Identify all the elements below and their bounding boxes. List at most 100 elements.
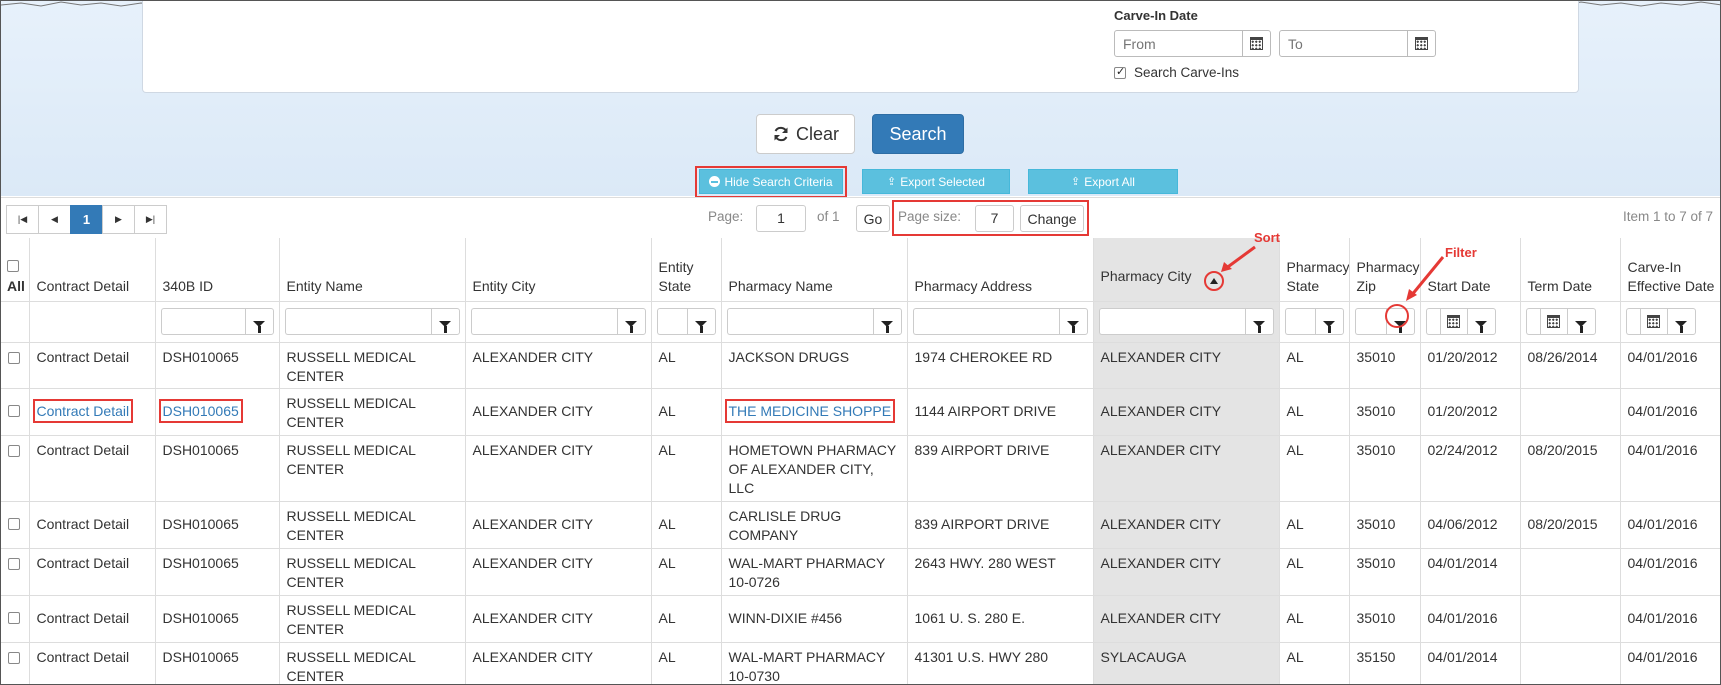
- row-checkbox[interactable]: [8, 557, 20, 570]
- table-row[interactable]: Contract Detail DSH010065 RUSSELL MEDICA…: [1, 642, 1720, 684]
- contract-detail-link[interactable]: Contract Detail: [29, 595, 156, 643]
- filter-entity-state[interactable]: [656, 308, 716, 335]
- column-carve-in-effective-date[interactable]: Carve-In Effective Date: [1620, 238, 1720, 302]
- filter-button[interactable]: [1058, 308, 1088, 335]
- column-entity-city[interactable]: Entity City: [465, 238, 652, 302]
- calendar-button[interactable]: [1439, 308, 1467, 335]
- filter-entity-name[interactable]: [284, 308, 460, 335]
- contract-detail-link[interactable]: Contract Detail: [29, 435, 156, 502]
- filter-button[interactable]: [430, 308, 460, 335]
- contract-detail-link[interactable]: Contract Detail: [29, 642, 156, 684]
- calendar-button[interactable]: [1242, 31, 1270, 56]
- table-row[interactable]: Contract Detail DSH010065 RUSSELL MEDICA…: [1, 388, 1720, 436]
- filter-pharmacy-name[interactable]: [726, 308, 902, 335]
- column-pharmacy-address[interactable]: Pharmacy Address: [907, 238, 1094, 302]
- pharmacy-name-link[interactable]: WAL-MART PHARMACY 10-0726: [721, 548, 908, 596]
- pharmacy-name-link[interactable]: WINN-DIXIE #456: [721, 595, 908, 643]
- filter-input[interactable]: [160, 308, 245, 335]
- row-select-cell[interactable]: [1, 342, 30, 389]
- column-entity-name[interactable]: Entity Name: [279, 238, 466, 302]
- table-row[interactable]: Contract Detail DSH010065 RUSSELL MEDICA…: [1, 342, 1720, 389]
- filter-button[interactable]: [244, 308, 274, 335]
- column-340b-id[interactable]: 340B ID: [155, 238, 280, 302]
- filter-input[interactable]: [1284, 308, 1315, 335]
- column-pharmacy-state[interactable]: Pharmacy State: [1279, 238, 1350, 302]
- row-select-cell[interactable]: [1, 548, 30, 596]
- search-carve-ins-checkbox[interactable]: [1114, 65, 1126, 79]
- filter-start-date[interactable]: [1425, 308, 1515, 335]
- filter-button[interactable]: [616, 308, 646, 335]
- contract-detail-link[interactable]: Contract Detail: [29, 342, 156, 389]
- filter-input[interactable]: [726, 308, 873, 335]
- filter-button[interactable]: [686, 308, 716, 335]
- filter-input[interactable]: [656, 308, 687, 335]
- filter-input[interactable]: [912, 308, 1059, 335]
- filter-input[interactable]: [1098, 308, 1245, 335]
- filter-input[interactable]: [1354, 308, 1386, 335]
- pharmacy-name-link[interactable]: WAL-MART PHARMACY 10-0730: [721, 642, 908, 684]
- carve-in-to-input[interactable]: [1286, 34, 1404, 53]
- pharmacy-name-link[interactable]: JACKSON DRUGS: [721, 342, 908, 389]
- filter-carve-in-date[interactable]: [1625, 308, 1717, 335]
- pharmacy-name-link[interactable]: CARLISLE DRUG COMPANY: [721, 501, 908, 549]
- pharmacy-name-link[interactable]: THE MEDICINE SHOPPE: [724, 399, 896, 423]
- go-button[interactable]: Go: [856, 205, 890, 232]
- select-all-checkbox[interactable]: [7, 259, 19, 272]
- filter-340b-id[interactable]: [160, 308, 274, 335]
- table-row[interactable]: Contract Detail DSH010065 RUSSELL MEDICA…: [1, 435, 1720, 502]
- 340b-id-link[interactable]: DSH010065: [155, 595, 280, 643]
- row-select-cell[interactable]: [1, 642, 30, 684]
- row-checkbox[interactable]: [8, 444, 20, 457]
- row-select-cell[interactable]: [1, 595, 30, 643]
- filter-pharmacy-address[interactable]: [912, 308, 1088, 335]
- filter-button[interactable]: [1314, 308, 1344, 335]
- filter-pharmacy-city[interactable]: [1098, 308, 1274, 335]
- carve-in-to-field[interactable]: [1279, 30, 1436, 57]
- search-carve-ins-option[interactable]: Search Carve-Ins: [1114, 65, 1239, 80]
- calendar-button[interactable]: [1639, 308, 1667, 335]
- page-input[interactable]: 1: [756, 205, 806, 232]
- filter-button[interactable]: [1566, 308, 1596, 335]
- table-row[interactable]: Contract Detail DSH010065 RUSSELL MEDICA…: [1, 501, 1720, 549]
- row-checkbox[interactable]: [8, 405, 20, 417]
- row-checkbox[interactable]: [8, 351, 20, 364]
- prev-page-button[interactable]: ◀: [38, 205, 71, 234]
- filter-button[interactable]: [1666, 308, 1696, 335]
- filter-input[interactable]: [470, 308, 617, 335]
- table-row[interactable]: Contract Detail DSH010065 RUSSELL MEDICA…: [1, 548, 1720, 596]
- contract-detail-link[interactable]: Contract Detail: [29, 501, 156, 549]
- column-pharmacy-name[interactable]: Pharmacy Name: [721, 238, 908, 302]
- select-all-header[interactable]: All: [1, 238, 30, 302]
- column-contract-detail[interactable]: Contract Detail: [29, 238, 156, 302]
- last-page-button[interactable]: ▶|: [134, 205, 167, 234]
- filter-button[interactable]: [872, 308, 902, 335]
- 340b-id-link[interactable]: DSH010065: [155, 342, 280, 389]
- contract-detail-link[interactable]: Contract Detail: [29, 548, 156, 596]
- filter-button[interactable]: [1466, 308, 1496, 335]
- 340b-id-link[interactable]: DSH010065: [155, 642, 280, 684]
- row-select-cell[interactable]: [1, 501, 30, 549]
- calendar-button[interactable]: [1539, 308, 1567, 335]
- export-selected-button[interactable]: ⇪ Export Selected: [862, 169, 1010, 194]
- filter-entity-city[interactable]: [470, 308, 646, 335]
- 340b-id-link[interactable]: DSH010065: [158, 399, 243, 423]
- row-checkbox[interactable]: [8, 612, 20, 624]
- row-select-cell[interactable]: [1, 435, 30, 502]
- sort-ascending-button[interactable]: [1204, 271, 1224, 291]
- carve-in-from-field[interactable]: [1114, 30, 1271, 57]
- export-all-button[interactable]: ⇪ Export All: [1028, 169, 1178, 194]
- filter-button[interactable]: [1244, 308, 1274, 335]
- calendar-button[interactable]: [1407, 31, 1435, 56]
- carve-in-from-input[interactable]: [1121, 34, 1239, 53]
- 340b-id-link[interactable]: DSH010065: [155, 548, 280, 596]
- filter-input[interactable]: [284, 308, 431, 335]
- 340b-id-link[interactable]: DSH010065: [155, 435, 280, 502]
- column-term-date[interactable]: Term Date: [1520, 238, 1621, 302]
- 340b-id-link[interactable]: DSH010065: [155, 501, 280, 549]
- clear-button[interactable]: Clear: [756, 114, 855, 154]
- contract-detail-link[interactable]: Contract Detail: [32, 399, 134, 423]
- table-row[interactable]: Contract Detail DSH010065 RUSSELL MEDICA…: [1, 595, 1720, 643]
- filter-input[interactable]: [1525, 308, 1540, 335]
- filter-term-date[interactable]: [1525, 308, 1615, 335]
- column-entity-state[interactable]: Entity State: [651, 238, 722, 302]
